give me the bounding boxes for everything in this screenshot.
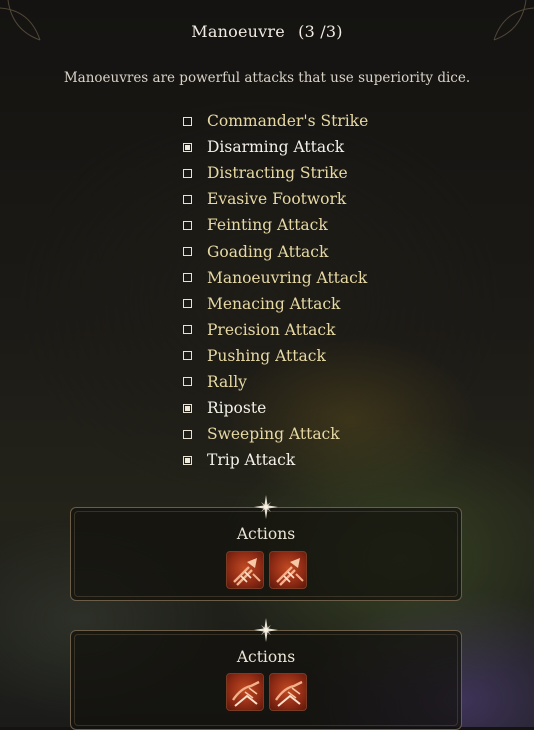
manoeuvre-option[interactable]: Distracting Strike [183,160,368,186]
trip-attack-icon[interactable] [268,673,307,711]
page-title: Manoeuvre (3 /3) [0,22,534,41]
disarming-attack-icon[interactable] [225,551,264,589]
panel-title: Actions [236,648,296,666]
actions-panel: Actions [70,495,462,601]
manoeuvre-label: Rally [207,372,247,391]
manoeuvre-label: Pushing Attack [207,346,326,365]
checkbox[interactable] [183,168,192,178]
manoeuvre-label: Precision Attack [207,320,336,339]
manoeuvre-option[interactable]: Riposte [183,395,368,421]
checkbox[interactable] [183,429,192,439]
checkbox[interactable] [183,325,192,335]
manoeuvre-option[interactable]: Menacing Attack [183,291,368,317]
manoeuvre-option[interactable]: Trip Attack [183,447,368,473]
manoeuvre-label: Feinting Attack [207,216,328,235]
manoeuvre-option[interactable]: Precision Attack [183,317,368,343]
sparkle-icon [254,495,278,519]
description-text: Manoeuvres are powerful attacks that use… [63,70,471,86]
manoeuvre-label: Trip Attack [207,451,296,470]
checkbox[interactable] [183,116,192,126]
manoeuvre-option[interactable]: Manoeuvring Attack [183,265,368,291]
manoeuvre-label: Disarming Attack [207,138,345,157]
trip-attack-icon[interactable] [225,673,264,711]
manoeuvre-label: Goading Attack [207,242,329,261]
manoeuvre-label: Sweeping Attack [207,425,340,444]
disarming-attack-icon[interactable] [268,551,307,589]
selection-count: (3 /3) [298,22,343,41]
checkbox[interactable] [183,299,192,309]
manoeuvre-label: Evasive Footwork [207,190,347,209]
manoeuvre-option[interactable]: Feinting Attack [183,212,368,238]
checkbox[interactable] [183,220,192,230]
manoeuvre-option[interactable]: Disarming Attack [183,134,368,160]
manoeuvre-label: Riposte [207,399,267,418]
action-icons [71,551,461,589]
manoeuvre-option[interactable]: Commander's Strike [183,108,368,134]
manoeuvre-option[interactable]: Evasive Footwork [183,186,368,212]
checkbox[interactable] [183,194,192,204]
actions-panel: Actions [70,618,462,730]
checkbox[interactable] [183,273,192,283]
manoeuvre-option[interactable]: Pushing Attack [183,343,368,369]
manoeuvre-label: Distracting Strike [207,164,348,183]
manoeuvre-label: Manoeuvring Attack [207,268,368,287]
checkbox[interactable] [183,142,192,152]
manoeuvre-option[interactable]: Rally [183,369,368,395]
checkbox[interactable] [183,403,192,413]
sparkle-icon [254,618,278,642]
manoeuvre-label: Menacing Attack [207,294,341,313]
checkbox[interactable] [183,247,192,257]
manoeuvre-list: Commander's Strike Disarming Attack Dist… [183,108,368,473]
title-text: Manoeuvre [191,22,285,41]
checkbox[interactable] [183,351,192,361]
checkbox[interactable] [183,377,192,387]
panel-title: Actions [236,525,296,543]
manoeuvre-option[interactable]: Sweeping Attack [183,421,368,447]
manoeuvre-option[interactable]: Goading Attack [183,238,368,264]
manoeuvre-label: Commander's Strike [207,112,369,131]
action-icons [71,673,461,711]
checkbox[interactable] [183,455,192,465]
